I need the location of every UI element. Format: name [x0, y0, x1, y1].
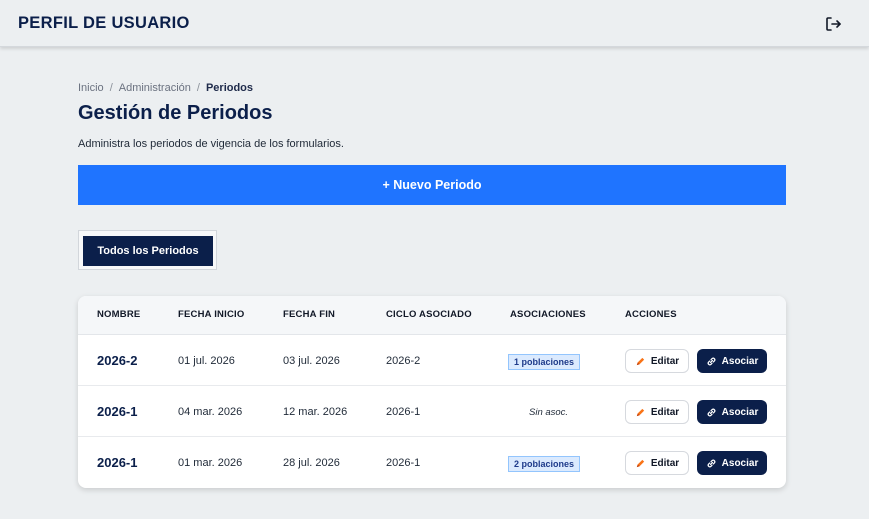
cycle: 2026-2	[386, 355, 421, 367]
link-icon	[707, 357, 716, 365]
page-title: Gestión de Periodos	[78, 102, 273, 124]
header-fecha-fin: FECHA FIN	[283, 309, 336, 320]
associate-label: Asociar	[721, 406, 759, 418]
breadcrumb-separator: /	[109, 82, 113, 94]
period-name: 2026-2	[97, 353, 138, 368]
table-row: 2026-1 04 mar. 2026 12 mar. 2026 2026-1 …	[78, 386, 786, 437]
end-date: 03 jul. 2026	[283, 355, 340, 367]
header-acciones: ACCIONES	[625, 309, 677, 320]
end-date: 12 mar. 2026	[283, 406, 348, 418]
period-name: 2026-1	[97, 404, 138, 419]
associate-label: Asociar	[721, 457, 759, 469]
associate-button[interactable]: Asociar	[697, 451, 767, 475]
page-description: Administra los periodos de vigencia de l…	[78, 138, 344, 150]
pencil-icon	[636, 459, 644, 467]
new-period-button[interactable]: + Nuevo Periodo	[78, 165, 786, 205]
breadcrumb-separator: /	[196, 82, 200, 94]
associate-button[interactable]: Asociar	[697, 349, 767, 373]
edit-button[interactable]: Editar	[625, 400, 689, 424]
cycle: 2026-1	[386, 457, 421, 469]
table-row: 2026-2 01 jul. 2026 03 jul. 2026 2026-2 …	[78, 335, 786, 386]
pencil-icon	[636, 408, 644, 416]
top-bar: PERFIL DE USUARIO	[0, 0, 869, 47]
filter-all-periods-button[interactable]: Todos los Periodos	[83, 236, 213, 266]
end-date: 28 jul. 2026	[283, 457, 340, 469]
associations-badge: 1 poblaciones	[508, 354, 581, 370]
breadcrumb: Inicio / Administración / Periodos	[78, 82, 253, 94]
associations-badge: 2 poblaciones	[508, 456, 581, 472]
associate-button[interactable]: Asociar	[697, 400, 767, 424]
link-icon	[707, 408, 716, 416]
period-name: 2026-1	[97, 455, 138, 470]
logout-icon[interactable]	[823, 14, 843, 34]
edit-button[interactable]: Editar	[625, 451, 689, 475]
breadcrumb-current: Periodos	[205, 82, 254, 94]
breadcrumb-inicio[interactable]: Inicio	[78, 82, 104, 94]
table-header: NOMBRE FECHA INICIO FECHA FIN CICLO ASOC…	[78, 296, 786, 335]
app-title: PERFIL DE USUARIO	[18, 14, 190, 32]
start-date: 04 mar. 2026	[178, 406, 243, 418]
edit-label: Editar	[650, 406, 680, 418]
cycle: 2026-1	[386, 406, 421, 418]
associate-label: Asociar	[721, 355, 759, 367]
pencil-icon	[636, 357, 644, 365]
periods-table: NOMBRE FECHA INICIO FECHA FIN CICLO ASOC…	[78, 296, 786, 488]
start-date: 01 jul. 2026	[178, 355, 235, 367]
header-asociaciones: ASOCIACIONES	[510, 309, 586, 320]
table-row: 2026-1 01 mar. 2026 28 jul. 2026 2026-1 …	[78, 437, 786, 488]
edit-button[interactable]: Editar	[625, 349, 689, 373]
link-icon	[707, 459, 716, 467]
associations-text: Sin asoc.	[529, 407, 569, 418]
edit-label: Editar	[650, 457, 680, 469]
edit-label: Editar	[650, 355, 680, 367]
start-date: 01 mar. 2026	[178, 457, 243, 469]
filter-group: Todos los Periodos	[78, 230, 217, 270]
header-fecha-inicio: FECHA INICIO	[178, 309, 245, 320]
header-ciclo-asociado: CICLO ASOCIADO	[386, 309, 472, 320]
header-nombre: NOMBRE	[97, 309, 141, 320]
breadcrumb-administracion[interactable]: Administración	[119, 82, 191, 94]
